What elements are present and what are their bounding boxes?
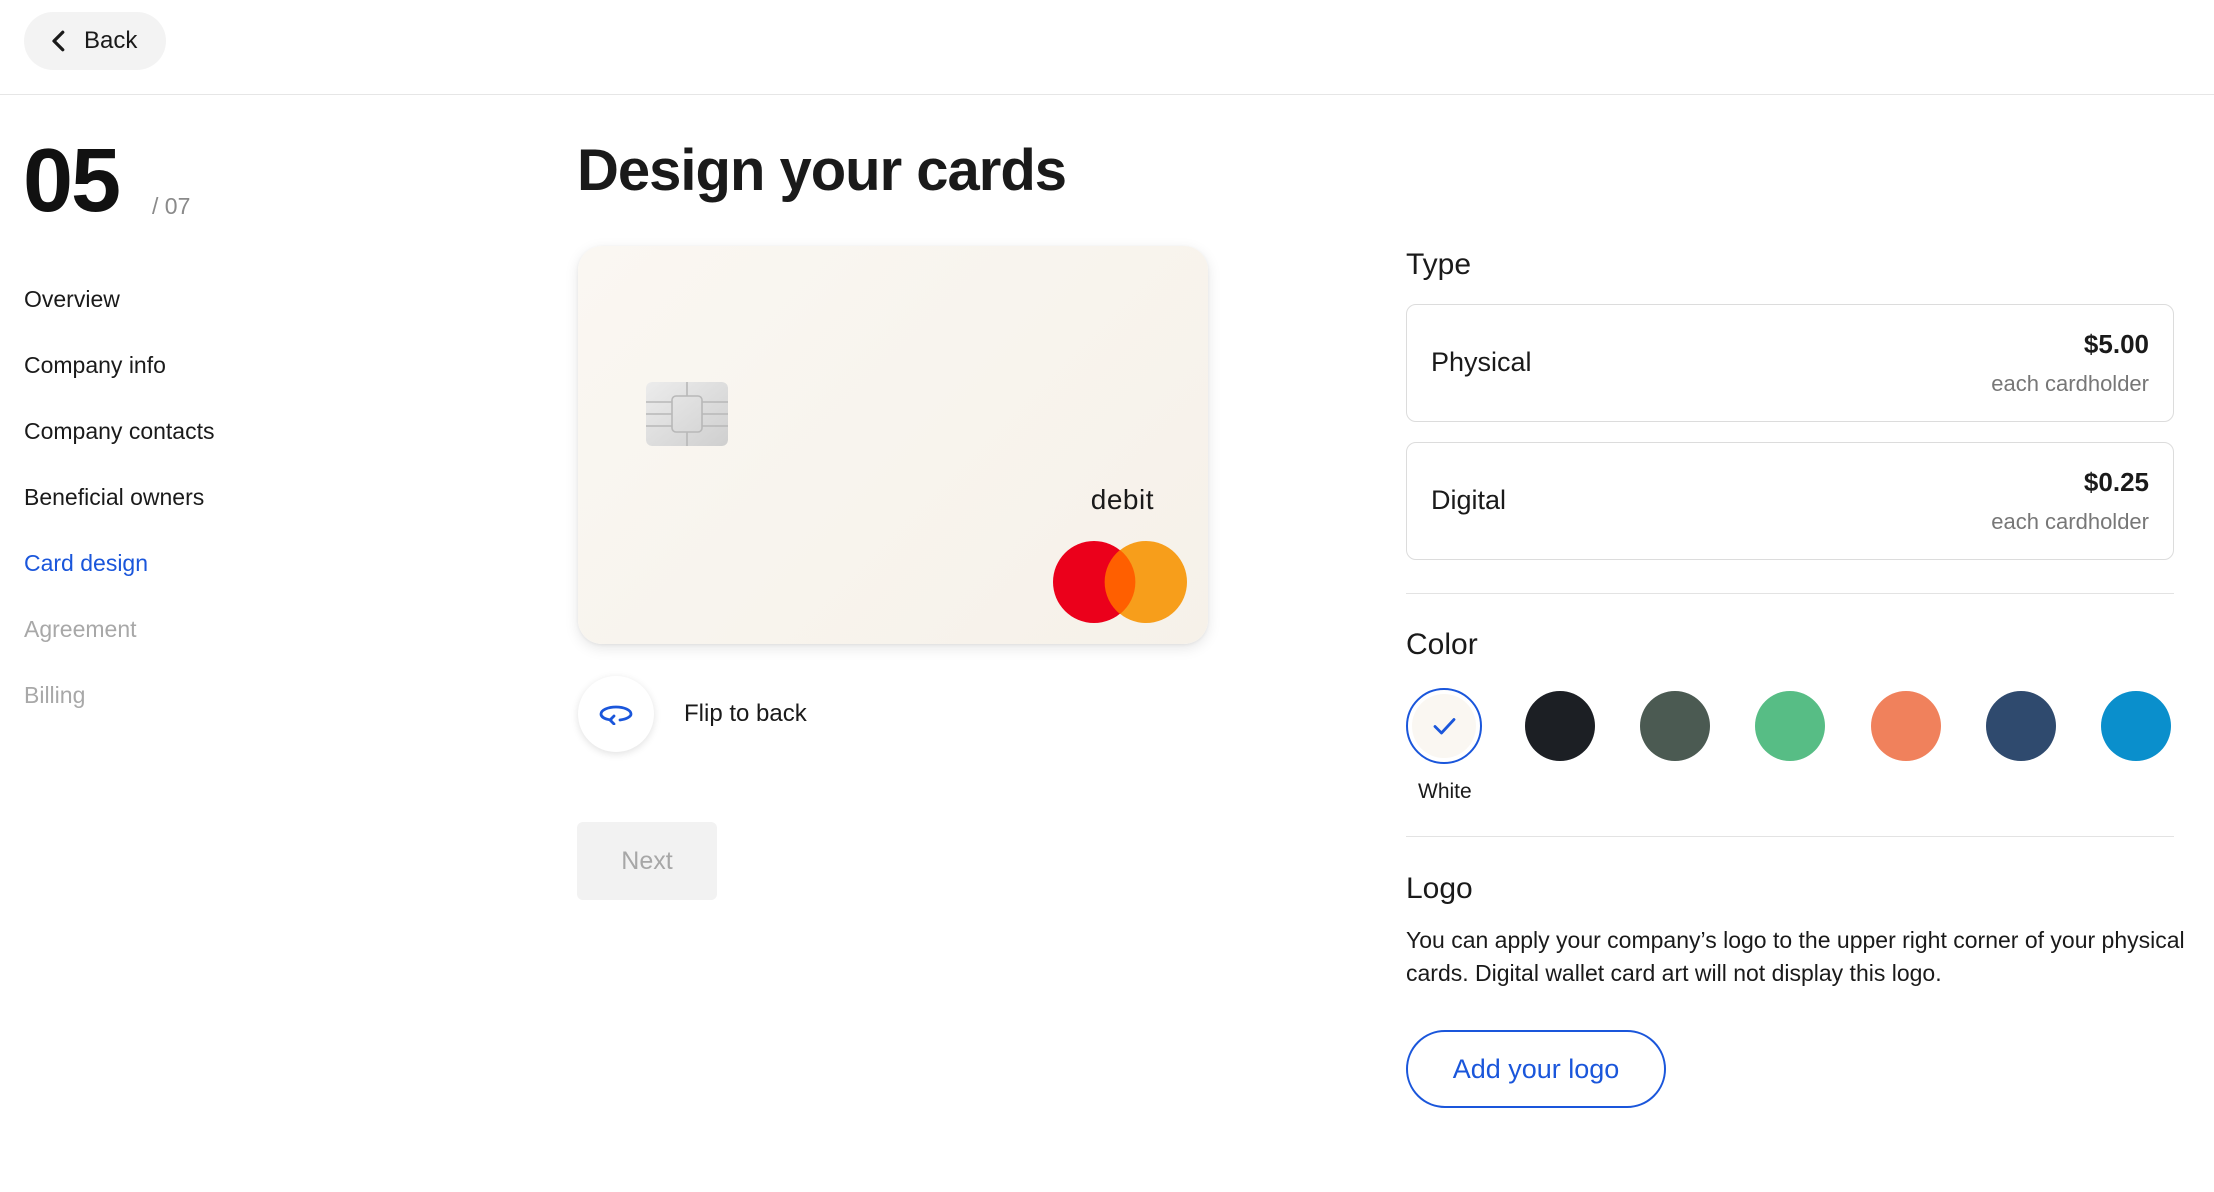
card-network-label: debit <box>1090 484 1154 515</box>
type-option-name: Physical <box>1431 347 1532 377</box>
type-heading: Type <box>1406 248 1472 281</box>
back-button[interactable]: Back <box>24 12 166 70</box>
chip-icon <box>646 382 728 446</box>
color-heading: Color <box>1406 628 1478 661</box>
color-swatch-dark-green[interactable] <box>1637 688 1713 764</box>
nav-item-company-contacts[interactable]: Company contacts <box>24 418 214 445</box>
flip-label: Flip to back <box>684 700 807 727</box>
color-swatch-blue[interactable] <box>2098 688 2174 764</box>
flip-card-control[interactable]: Flip to back <box>578 676 807 752</box>
chevron-left-icon <box>52 30 65 52</box>
logo-heading: Logo <box>1406 872 1473 905</box>
type-option-unit: each cardholder <box>1991 509 2149 534</box>
selected-color-label: White <box>1418 780 1472 803</box>
type-option-digital[interactable]: Digital $0.25 each cardholder <box>1406 442 2174 560</box>
checkmark-icon <box>1433 718 1456 735</box>
mastercard-logo-icon <box>1053 541 1187 623</box>
next-button[interactable]: Next <box>577 822 717 900</box>
flip-button[interactable] <box>578 676 654 752</box>
color-swatch-white[interactable] <box>1406 688 1482 764</box>
card-preview: debit <box>578 246 1208 644</box>
divider <box>1406 593 2174 594</box>
type-option-name: Digital <box>1431 485 1507 515</box>
color-swatch-orange[interactable] <box>1868 688 1944 764</box>
nav-item-card-design[interactable]: Card design <box>24 550 148 577</box>
color-swatch-navy[interactable] <box>1983 688 2059 764</box>
step-number: 05 <box>23 131 121 231</box>
nav-item-billing: Billing <box>24 682 86 708</box>
back-label: Back <box>84 27 138 54</box>
logo-description: You can apply your company’s logo to the… <box>1406 927 2185 986</box>
color-swatch-black[interactable] <box>1522 688 1598 764</box>
divider <box>1406 836 2174 837</box>
top-bar: Back <box>0 0 2214 95</box>
flip-icon <box>599 705 633 725</box>
nav-item-beneficial-owners[interactable]: Beneficial owners <box>24 484 204 511</box>
nav-item-agreement: Agreement <box>24 616 137 642</box>
type-option-price: $5.00 <box>2083 329 2149 359</box>
type-option-unit: each cardholder <box>1991 371 2149 396</box>
nav-item-company-info[interactable]: Company info <box>24 352 166 379</box>
type-option-physical[interactable]: Physical $5.00 each cardholder <box>1406 304 2174 422</box>
add-logo-button[interactable]: Add your logo <box>1406 1030 1666 1108</box>
type-option-price: $0.25 <box>2083 467 2149 497</box>
step-total: / 07 <box>152 193 191 219</box>
color-swatch-green[interactable] <box>1752 688 1828 764</box>
nav-item-overview[interactable]: Overview <box>24 286 120 313</box>
page-title: Design your cards <box>577 138 1067 203</box>
